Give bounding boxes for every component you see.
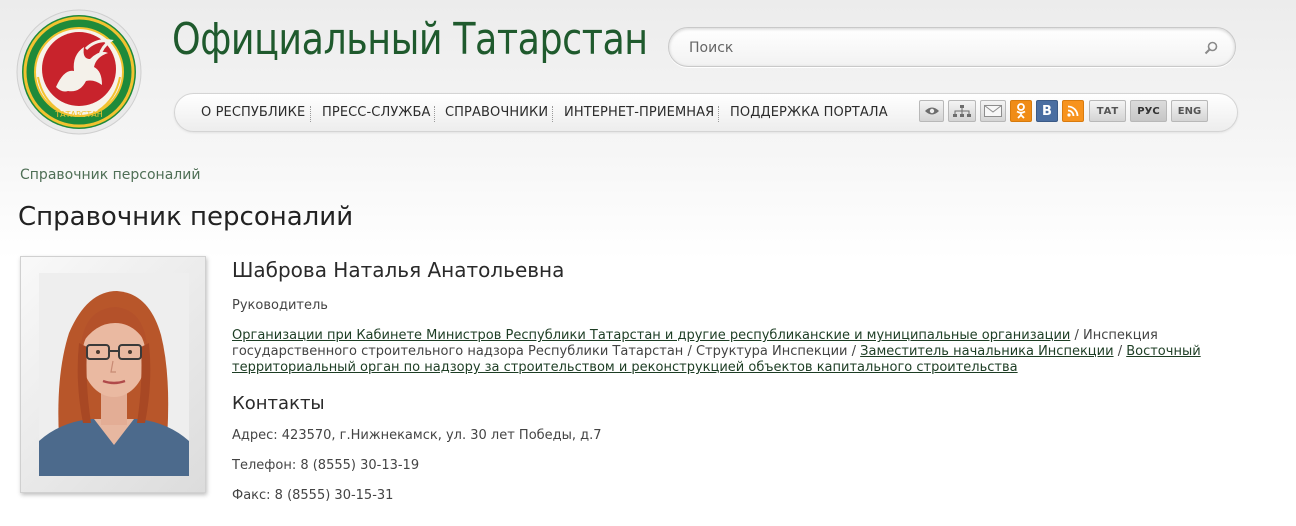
vkontakte-icon: В — [1042, 103, 1052, 119]
nav-separator — [310, 106, 311, 122]
lang-english-button[interactable]: ENG — [1171, 100, 1208, 122]
site-title[interactable]: Официальный Татарстан — [172, 14, 648, 65]
emblem-text: ТАТАРСТАН — [54, 110, 103, 119]
eye-icon — [924, 107, 939, 115]
person-name: Шаброва Наталья Анатольевна — [232, 258, 565, 282]
sitemap-icon — [953, 105, 971, 117]
nav-item-about-republic[interactable]: О РЕСПУБЛИКЕ — [201, 105, 305, 120]
search-input[interactable] — [687, 37, 1191, 59]
mail-icon — [984, 105, 1002, 117]
nav-separator — [434, 106, 435, 122]
person-position: Руководитель — [232, 298, 328, 313]
organization-path: Организации при Кабинете Министров Респу… — [232, 328, 1201, 375]
lang-russian-button[interactable]: РУС — [1130, 100, 1167, 122]
odnoklassniki-icon — [1016, 103, 1026, 119]
contact-fax: Факс: 8 (8555) 30-15-31 — [232, 488, 394, 503]
org-path-link-cabinet-organizations[interactable]: Организации при Кабинете Министров Респу… — [232, 328, 1070, 343]
odnoklassniki-button[interactable] — [1010, 100, 1032, 122]
breadcrumb[interactable]: Справочник персоналий — [20, 167, 200, 183]
accessibility-view-button[interactable] — [919, 100, 944, 122]
rss-button[interactable] — [1062, 100, 1084, 122]
nav-item-portal-support[interactable]: ПОДДЕРЖКА ПОРТАЛА — [730, 105, 888, 120]
search-icon[interactable] — [1203, 40, 1219, 56]
tatarstan-emblem-logo[interactable]: ТАТАРСТАН — [16, 9, 142, 135]
vkontakte-button[interactable]: В — [1036, 100, 1058, 122]
nav-item-internet-reception[interactable]: ИНТЕРНЕТ-ПРИЕМНАЯ — [564, 105, 714, 120]
org-path-item-structure: Структура Инспекции — [695, 344, 848, 359]
contacts-heading: Контакты — [232, 393, 325, 414]
contact-address: Адрес: 423570, г.Нижнекамск, ул. 30 лет … — [232, 428, 602, 443]
contact-phone: Телефон: 8 (8555) 30-13-19 — [232, 458, 420, 473]
person-photo-frame — [20, 256, 206, 493]
nav-separator — [552, 106, 553, 122]
mail-button[interactable] — [980, 100, 1006, 122]
nav-item-directories[interactable]: СПРАВОЧНИКИ — [445, 105, 548, 120]
nav-separator — [718, 106, 719, 122]
sitemap-button[interactable] — [948, 100, 976, 122]
person-photo — [39, 273, 189, 476]
nav-item-press-service[interactable]: ПРЕСС-СЛУЖБА — [322, 105, 430, 120]
search-box — [668, 27, 1236, 67]
lang-tatar-button[interactable]: ТАТ — [1089, 100, 1126, 122]
rss-icon — [1067, 105, 1079, 117]
org-path-link-deputy-head[interactable]: Заместитель начальника Инспекции — [860, 344, 1113, 359]
page-title: Справочник персоналий — [18, 202, 354, 232]
